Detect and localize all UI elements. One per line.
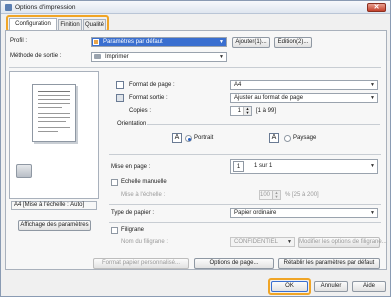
- chevron-down-icon: ▼: [219, 54, 224, 60]
- scale-range: % [25 à 200]: [285, 192, 319, 198]
- page-format-select[interactable]: A4 ▼: [230, 80, 378, 90]
- printer-app-icon: [5, 4, 12, 11]
- title-bar: Options d'impression ✕: [1, 1, 390, 14]
- page-format-icon: [116, 81, 124, 89]
- chevron-down-icon: ▼: [287, 239, 292, 245]
- orientation-label: Orientation: [117, 121, 147, 127]
- copies-label: Copies :: [129, 108, 152, 114]
- copies-range: [1 à 99]: [256, 108, 277, 114]
- portrait-icon: A: [172, 133, 182, 143]
- add-profile-button[interactable]: Ajouter(1)...: [232, 37, 270, 48]
- profile-select[interactable]: Paramètres par défaut ▼: [91, 37, 227, 47]
- output-method-select[interactable]: Imprimer ▼: [91, 52, 227, 62]
- portrait-radio[interactable]: [185, 135, 192, 142]
- modify-watermark-button[interactable]: Modifier les options de filigrane...: [298, 237, 387, 248]
- page-format-value: A4: [234, 82, 242, 88]
- output-format-icon: [116, 94, 124, 102]
- window-title: Options d'impression: [15, 4, 76, 11]
- spin-arrows-icon[interactable]: ▲ ▼: [243, 107, 251, 115]
- profile-icon: [93, 39, 99, 45]
- separator: [109, 222, 381, 223]
- chevron-down-icon: ▼: [219, 39, 224, 45]
- landscape-icon: A: [269, 133, 279, 143]
- landscape-label: Paysage: [293, 135, 317, 141]
- output-format-label: Format sortie :: [129, 95, 168, 101]
- ok-highlight: [268, 278, 311, 295]
- manual-scale-label: Echelle manuelle: [121, 179, 167, 185]
- edit-profile-button[interactable]: Edition(2)...: [274, 37, 312, 48]
- restore-defaults-button[interactable]: Rétablir les paramètres par défaut: [278, 258, 380, 269]
- spin-arrows-icon[interactable]: ▲ ▼: [272, 191, 280, 199]
- manual-scale-checkbox[interactable]: [111, 179, 118, 186]
- profile-value: Paramètres par défaut: [103, 39, 163, 45]
- portrait-label: Portrait: [194, 135, 214, 141]
- chevron-down-icon: ▼: [370, 210, 375, 216]
- chevron-down-icon: ▼: [370, 82, 375, 88]
- print-options-dialog: Options d'impression ✕ Configuration pag…: [0, 0, 391, 297]
- output-method-label: Méthode de sortie :: [10, 53, 62, 59]
- printer-preview-icon: [16, 164, 32, 178]
- chevron-down-icon: ▼: [370, 163, 375, 169]
- close-button[interactable]: ✕: [367, 3, 386, 12]
- orientation-group-line: [147, 124, 380, 125]
- chevron-down-icon: ▼: [370, 95, 375, 101]
- custom-paper-size-button[interactable]: Format papier personnalisé...: [93, 258, 189, 269]
- page-options-button[interactable]: Options de page...: [194, 258, 274, 269]
- separator: [9, 67, 381, 68]
- layout-select[interactable]: 1 1 sur 1 ▼: [230, 159, 378, 174]
- copies-stepper[interactable]: 1 ▲ ▼: [230, 106, 252, 116]
- layout-page-icon: 1: [233, 161, 244, 172]
- watermark-name-select[interactable]: CONFIDENTIEL ▼: [230, 237, 295, 247]
- profile-label: Profil :: [10, 38, 28, 44]
- separator: [109, 154, 381, 155]
- page-format-label: Format de page :: [129, 82, 175, 88]
- display-settings-button[interactable]: Affichage des paramètres: [18, 220, 91, 231]
- output-format-value: Ajuster au format de page: [234, 95, 304, 101]
- watermark-name-value: CONFIDENTIEL: [234, 239, 279, 245]
- preview-page-sheet: [32, 84, 76, 142]
- preview-caption: A4 [Mise à l'échelle : Auto]: [11, 201, 97, 210]
- copies-value: 1: [237, 108, 241, 114]
- paper-type-value: Papier ordinaire: [234, 210, 277, 216]
- watermark-checkbox[interactable]: [111, 227, 118, 234]
- scale-value: 100: [260, 192, 271, 198]
- paper-type-select[interactable]: Papier ordinaire ▼: [230, 208, 378, 218]
- help-button[interactable]: Aide: [352, 281, 386, 292]
- output-format-select[interactable]: Ajuster au format de page ▼: [230, 93, 378, 103]
- watermark-label: Filigrane: [121, 227, 145, 233]
- scale-stepper[interactable]: 100 ▲ ▼: [259, 190, 281, 200]
- watermark-name-label: Nom du filigrane :: [121, 239, 169, 245]
- scale-label: Mise à l'échelle :: [121, 192, 166, 198]
- printer-icon: [94, 54, 101, 59]
- paper-type-label: Type de papier :: [111, 210, 155, 216]
- page-preview: [9, 71, 99, 199]
- landscape-radio[interactable]: [284, 135, 291, 142]
- layout-label: Mise en page :: [111, 164, 151, 170]
- cancel-button[interactable]: Annuler: [314, 281, 348, 292]
- separator: [109, 204, 381, 205]
